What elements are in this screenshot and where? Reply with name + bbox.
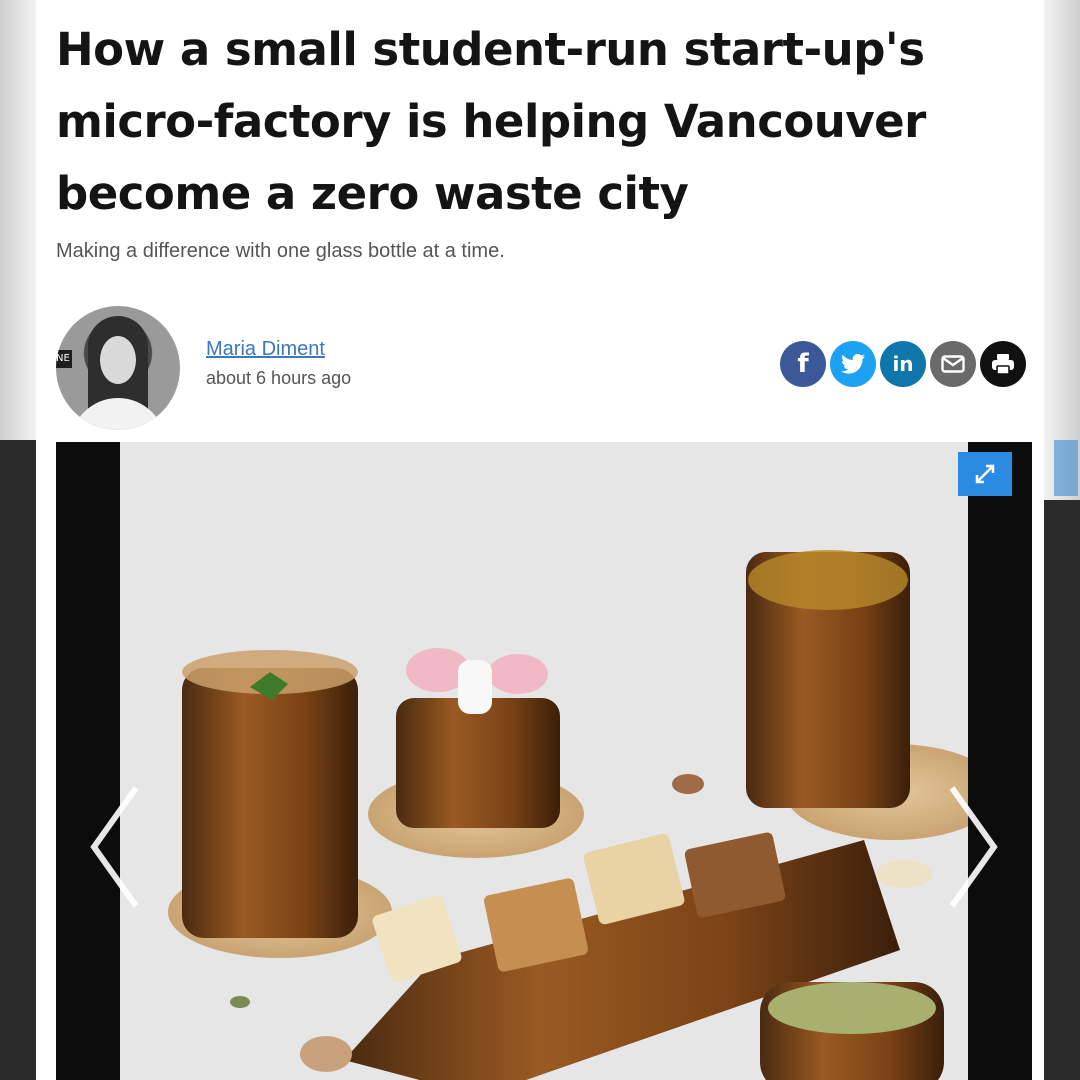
- twitter-icon: [841, 354, 865, 374]
- author-avatar[interactable]: NE: [56, 306, 180, 430]
- printer-icon: [992, 354, 1014, 375]
- chevron-left-icon: [90, 786, 139, 908]
- facebook-icon: f: [797, 349, 809, 379]
- right-edge-background: [1044, 0, 1080, 1080]
- expand-icon: [975, 464, 995, 484]
- facebook-share-button[interactable]: f: [780, 341, 826, 387]
- avatar-face: [100, 336, 136, 384]
- avatar-shoulders: [70, 398, 166, 430]
- right-dark-strip: [1044, 500, 1080, 1080]
- right-blue-strip: [1054, 440, 1078, 496]
- print-button[interactable]: [980, 341, 1026, 387]
- article-hero-image[interactable]: [56, 442, 1032, 1080]
- share-buttons: f in: [780, 341, 1026, 387]
- twitter-share-button[interactable]: [830, 341, 876, 387]
- linkedin-icon: in: [892, 352, 914, 376]
- previous-image-button[interactable]: [86, 782, 146, 912]
- glassware-product-photo: [120, 442, 968, 1080]
- article-page: How a small student-run start-up's micro…: [36, 0, 1044, 1080]
- left-edge-background: [0, 0, 36, 1080]
- avatar-tag: NE: [56, 350, 72, 368]
- article-headline: How a small student-run start-up's micro…: [56, 23, 926, 220]
- email-share-button[interactable]: [930, 341, 976, 387]
- author-name-link[interactable]: Maria Diment: [206, 338, 325, 361]
- post-timestamp: about 6 hours ago: [206, 368, 352, 388]
- author-row: NE Maria Diment about 6 hours ago f in: [56, 306, 1026, 430]
- linkedin-share-button[interactable]: in: [880, 341, 926, 387]
- expand-image-button[interactable]: [958, 452, 1012, 496]
- chevron-right-icon: [949, 786, 998, 908]
- left-dark-strip: [0, 440, 36, 1080]
- article-subtitle: Making a difference with one glass bottl…: [56, 240, 505, 262]
- next-image-button[interactable]: [942, 782, 1002, 912]
- email-icon: [941, 355, 965, 373]
